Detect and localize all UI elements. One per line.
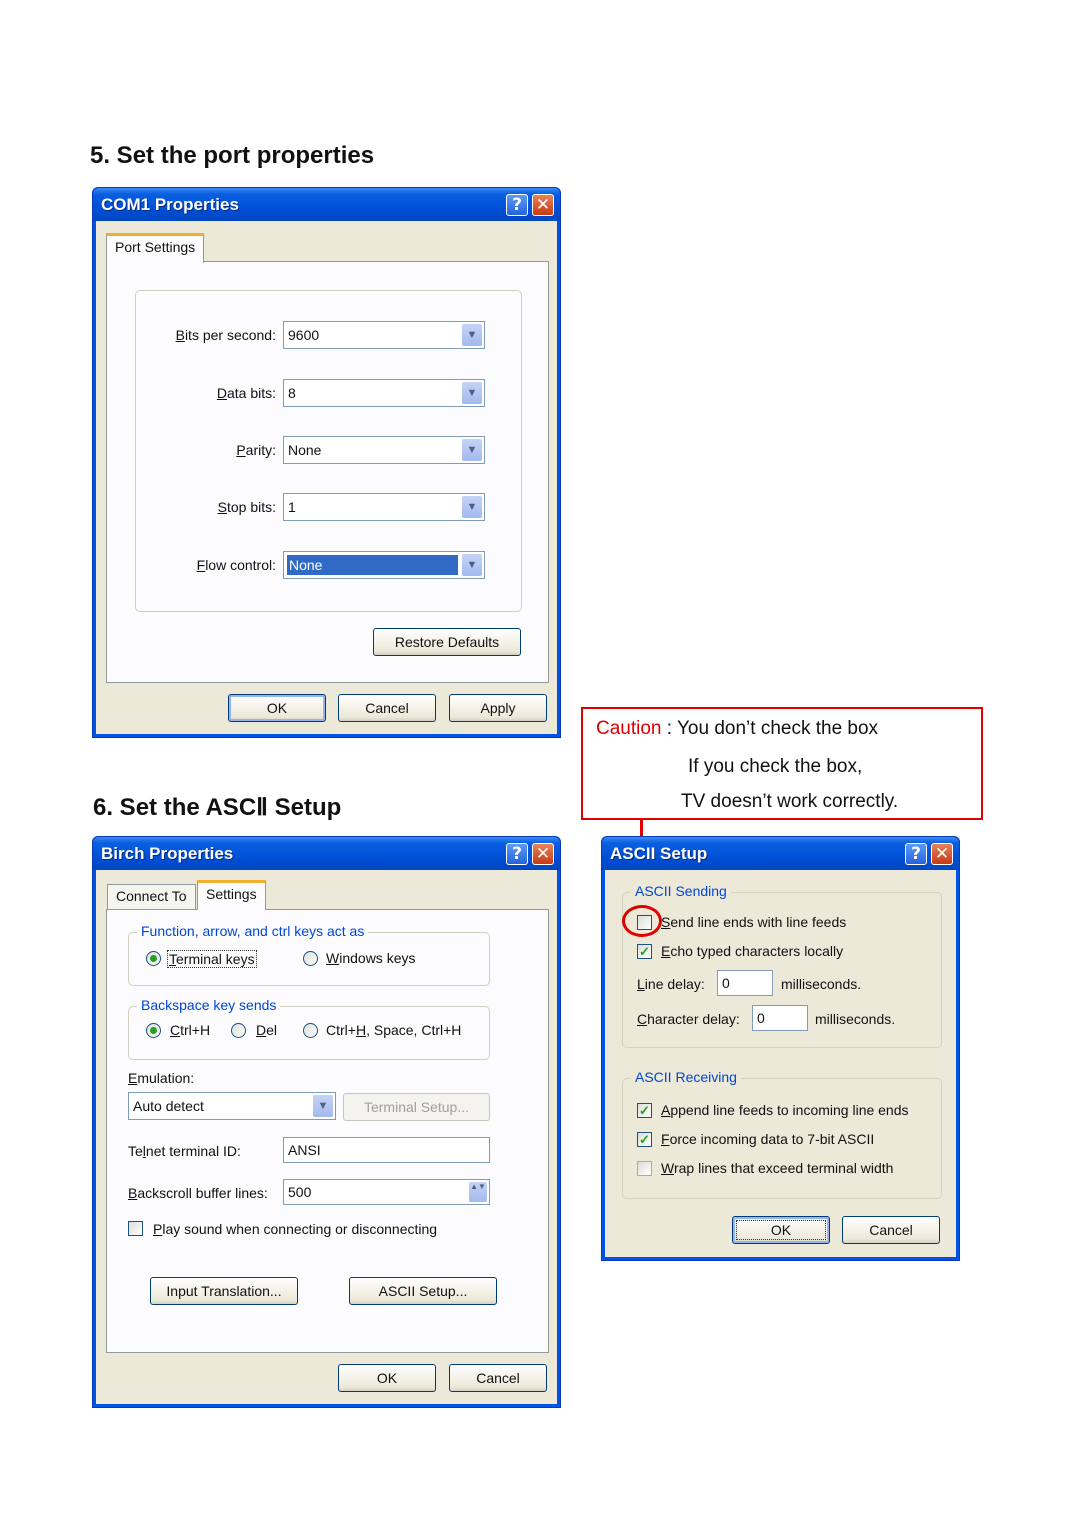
caution-line-2: If you check the box, xyxy=(688,756,863,777)
help-icon[interactable]: ? xyxy=(905,843,927,865)
send-line-ends-label[interactable]: Send line ends with line feeds xyxy=(661,914,846,930)
flow-control-label: Flow control: xyxy=(196,557,276,573)
spinner-icon[interactable]: ▲▼ xyxy=(469,1182,487,1202)
backscroll-buffer-input[interactable]: 500 ▲▼ xyxy=(283,1179,490,1205)
stop-bits-select[interactable]: 1 ▼ xyxy=(283,493,485,521)
wrap-lines-label[interactable]: Wrap lines that exceed terminal width xyxy=(661,1160,893,1176)
chevron-down-icon[interactable]: ▼ xyxy=(462,382,482,404)
chevron-down-icon[interactable]: ▼ xyxy=(462,439,482,461)
ascii-setup-window: ASCII Setup ? ✕ ASCII Sending Send line … xyxy=(601,836,960,1261)
stop-bits-label: Stop bits: xyxy=(217,499,276,515)
caution-line-3: TV doesn’t work correctly. xyxy=(681,791,899,812)
character-delay-input[interactable]: 0 xyxy=(752,1005,808,1031)
caution-line-1: Caution : You don’t check the box xyxy=(596,718,879,739)
flow-control-select[interactable]: None ▼ xyxy=(283,551,485,579)
step5-heading: 5. Set the port properties xyxy=(90,142,375,169)
cancel-button[interactable]: Cancel xyxy=(449,1364,547,1392)
emulation-select[interactable]: Auto detect ▼ xyxy=(128,1092,336,1120)
ctrl-h-space-radio[interactable] xyxy=(303,1023,318,1038)
help-icon[interactable]: ? xyxy=(506,194,528,216)
restore-defaults-button[interactable]: Restore Defaults xyxy=(373,628,521,656)
window-title: Birch Properties xyxy=(101,844,234,863)
caution-box: Caution : You don’t check the box If you… xyxy=(581,707,983,820)
bits-per-second-label: Bits per second: xyxy=(175,327,276,343)
del-label[interactable]: Del xyxy=(256,1022,277,1038)
backscroll-label: Backscroll buffer lines: xyxy=(128,1185,268,1201)
ascii-setup-button[interactable]: ASCII Setup... xyxy=(349,1277,497,1305)
line-delay-input[interactable]: 0 xyxy=(717,970,773,996)
ok-button[interactable]: OK xyxy=(338,1364,436,1392)
com1-titlebar[interactable]: COM1 Properties ? ✕ xyxy=(93,188,560,221)
input-translation-button[interactable]: Input Translation... xyxy=(150,1277,298,1305)
tab-port-settings[interactable]: Port Settings xyxy=(106,233,205,263)
highlight-circle xyxy=(622,905,662,937)
ctrl-h-label[interactable]: Ctrl+H xyxy=(170,1022,210,1038)
data-bits-select[interactable]: 8 ▼ xyxy=(283,379,485,407)
ok-button[interactable]: OK xyxy=(228,694,326,722)
close-icon[interactable]: ✕ xyxy=(931,843,953,865)
chevron-down-icon[interactable]: ▼ xyxy=(462,554,482,576)
birch-properties-window: Birch Properties ? ✕ Connect To Settings… xyxy=(92,836,561,1408)
windows-keys-radio[interactable] xyxy=(303,951,318,966)
terminal-setup-button[interactable]: Terminal Setup... xyxy=(343,1093,490,1121)
birch-titlebar[interactable]: Birch Properties ? ✕ xyxy=(93,837,560,870)
play-sound-checkbox[interactable] xyxy=(128,1221,143,1236)
step6-heading: 6. Set the ASCⅡ Setup xyxy=(93,794,342,821)
chevron-down-icon[interactable]: ▼ xyxy=(313,1095,333,1117)
del-radio[interactable] xyxy=(231,1023,246,1038)
ascii-titlebar[interactable]: ASCII Setup ? ✕ xyxy=(602,837,959,870)
close-icon[interactable]: ✕ xyxy=(532,194,554,216)
terminal-keys-label[interactable]: Terminal keys xyxy=(167,950,257,968)
telnet-terminal-id-label: Telnet terminal ID: xyxy=(128,1143,241,1159)
terminal-keys-radio[interactable] xyxy=(146,951,161,966)
settings-panel: Function, arrow, and ctrl keys act as Te… xyxy=(106,909,549,1353)
data-bits-label: Data bits: xyxy=(216,385,276,401)
help-icon[interactable]: ? xyxy=(506,843,528,865)
parity-select[interactable]: None ▼ xyxy=(283,436,485,464)
bits-per-second-select[interactable]: 9600 ▼ xyxy=(283,321,485,349)
window-title: COM1 Properties xyxy=(101,195,239,214)
chevron-down-icon[interactable]: ▼ xyxy=(462,496,482,518)
emulation-label: Emulation: xyxy=(128,1070,195,1086)
line-delay-label: Line delay: xyxy=(637,976,705,992)
parity-label: Parity: xyxy=(236,442,276,458)
tab-connect-to[interactable]: Connect To xyxy=(107,884,196,910)
tab-settings[interactable]: Settings xyxy=(197,880,266,910)
wrap-lines-checkbox[interactable] xyxy=(637,1161,652,1176)
port-settings-panel: Bits per second: 9600 ▼ Data bits: 8 ▼ P… xyxy=(106,261,549,683)
character-delay-label: Character delay: xyxy=(637,1011,740,1027)
line-delay-unit: milliseconds. xyxy=(781,976,862,992)
ctrl-h-space-label[interactable]: Ctrl+H, Space, Ctrl+H xyxy=(326,1022,461,1038)
echo-typed-checkbox[interactable]: ✓ xyxy=(637,944,652,959)
apply-button[interactable]: Apply xyxy=(449,694,547,722)
window-title: ASCII Setup xyxy=(610,844,708,863)
character-delay-unit: milliseconds. xyxy=(815,1011,896,1027)
echo-typed-label[interactable]: Echo typed characters locally xyxy=(661,943,843,959)
cancel-button[interactable]: Cancel xyxy=(338,694,436,722)
caution-prefix: Caution xyxy=(596,718,662,739)
play-sound-label[interactable]: Play sound when connecting or disconnect… xyxy=(153,1221,437,1237)
append-line-feeds-checkbox[interactable]: ✓ xyxy=(637,1103,652,1118)
cancel-button[interactable]: Cancel xyxy=(842,1216,940,1244)
windows-keys-label[interactable]: Windows keys xyxy=(326,950,415,966)
telnet-terminal-id-input[interactable]: ANSI xyxy=(283,1137,490,1163)
chevron-down-icon[interactable]: ▼ xyxy=(462,324,482,346)
ok-button[interactable]: OK xyxy=(732,1216,830,1244)
force-7bit-label[interactable]: Force incoming data to 7-bit ASCII xyxy=(661,1131,874,1147)
force-7bit-checkbox[interactable]: ✓ xyxy=(637,1132,652,1147)
append-line-feeds-label[interactable]: Append line feeds to incoming line ends xyxy=(661,1102,909,1118)
com1-properties-window: COM1 Properties ? ✕ Port Settings Bits p… xyxy=(92,187,561,738)
close-icon[interactable]: ✕ xyxy=(532,843,554,865)
ctrl-h-radio[interactable] xyxy=(146,1023,161,1038)
